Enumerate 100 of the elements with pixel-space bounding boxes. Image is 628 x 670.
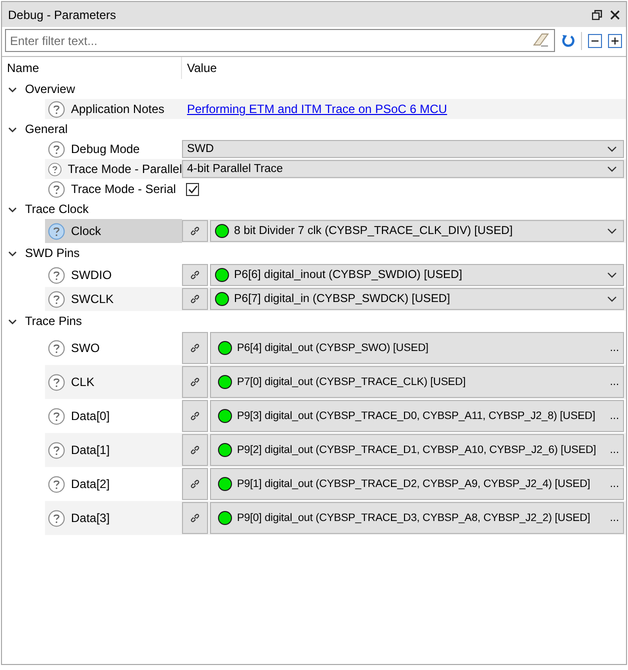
app-note-link[interactable]: Performing ETM and ITM Trace on PSoC 6 MCU — [182, 102, 448, 116]
help-icon[interactable] — [48, 100, 65, 118]
help-icon[interactable] — [48, 180, 65, 198]
checkbox[interactable] — [186, 182, 199, 196]
link-icon — [189, 342, 201, 354]
parameter-name: Clock — [71, 224, 102, 238]
name-cell[interactable]: Data[2] — [45, 467, 182, 501]
dropdown[interactable]: P6[6] digital_inout (CYBSP_SWDIO) [USED] — [210, 264, 624, 286]
link-icon — [189, 376, 201, 388]
chevron-down-icon — [607, 166, 617, 172]
column-header[interactable]: Value — [182, 57, 626, 79]
pin-field[interactable]: P9[1] digital_out (CYBSP_TRACE_D2, CYBSP_A9, CYBSP_J2_4) [USED] ... — [210, 468, 624, 500]
more-button[interactable]: ... — [608, 512, 621, 524]
name-cell[interactable]: SWO — [45, 331, 182, 365]
pin-value: P9[3] digital_out (CYBSP_TRACE_D0, CYBSP_A11, CYBSP_J2_8) [USED] — [237, 410, 596, 422]
chevron-down-icon — [607, 296, 617, 302]
help-icon[interactable] — [48, 222, 65, 240]
chevron-down-icon[interactable] — [8, 84, 17, 94]
more-button[interactable]: ... — [608, 410, 621, 422]
help-icon[interactable] — [48, 476, 65, 492]
pin-field[interactable]: P9[0] digital_out (CYBSP_TRACE_D3, CYBSP_A8, CYBSP_J2_2) [USED] ... — [210, 502, 624, 534]
name-cell[interactable]: SWCLK — [45, 287, 182, 311]
dropdown[interactable]: P6[7] digital_in (CYBSP_SWDCK) [USED] — [210, 288, 624, 310]
help-icon[interactable] — [48, 408, 65, 424]
link-button[interactable] — [182, 332, 208, 364]
group-label[interactable]: Overview — [25, 82, 76, 96]
name-cell[interactable]: Trace Mode - Serial — [45, 179, 182, 199]
link-button[interactable] — [182, 502, 208, 534]
chevron-down-icon[interactable] — [8, 316, 17, 326]
link-button[interactable] — [182, 264, 208, 286]
parameter-name: Debug Mode — [71, 142, 140, 156]
name-cell[interactable]: Data[3] — [45, 501, 182, 535]
collapse-all-icon[interactable] — [588, 34, 602, 48]
pin-field[interactable]: P6[4] digital_out (CYBSP_SWO) [USED] ... — [210, 332, 624, 364]
link-button[interactable] — [182, 366, 208, 398]
pin-value: P6[4] digital_out (CYBSP_SWO) [USED] — [237, 342, 430, 354]
help-icon[interactable] — [48, 266, 65, 284]
parameter-name: Trace Mode - Parallel — [68, 162, 182, 176]
expand-all-icon[interactable] — [608, 34, 622, 48]
link-icon — [189, 478, 201, 490]
name-cell[interactable]: Application Notes — [45, 99, 182, 119]
link-button[interactable] — [182, 400, 208, 432]
more-button[interactable]: ... — [608, 342, 621, 354]
restore-icon[interactable] — [592, 10, 602, 20]
link-button[interactable] — [182, 288, 208, 310]
link-icon — [189, 444, 201, 456]
parameter-name: Data[0] — [71, 409, 110, 423]
help-icon[interactable] — [48, 160, 62, 178]
dropdown[interactable]: 8 bit Divider 7 clk (CYBSP_TRACE_CLK_DIV) [USED] — [210, 220, 624, 242]
parameter-name: Application Notes — [71, 102, 164, 116]
help-icon[interactable] — [48, 510, 65, 526]
more-button[interactable]: ... — [608, 376, 621, 388]
chevron-down-icon[interactable] — [8, 204, 17, 214]
group-label[interactable]: Trace Pins — [25, 314, 82, 328]
pin-field[interactable]: P9[3] digital_out (CYBSP_TRACE_D0, CYBSP_A11, CYBSP_J2_8) [USED] ... — [210, 400, 624, 432]
pin-field[interactable]: P9[2] digital_out (CYBSP_TRACE_D1, CYBSP_A10, CYBSP_J2_6) [USED] ... — [210, 434, 624, 466]
link-button[interactable] — [182, 434, 208, 466]
help-icon[interactable] — [48, 442, 65, 458]
group-label[interactable]: General — [25, 122, 68, 136]
parameter-name: SWDIO — [71, 268, 112, 282]
eraser-icon[interactable] — [533, 33, 549, 47]
window-title: Debug - Parameters — [8, 8, 118, 22]
help-icon[interactable] — [48, 374, 65, 390]
name-cell[interactable]: Data[1] — [45, 433, 182, 467]
chevron-down-icon — [607, 228, 617, 234]
link-icon — [189, 293, 201, 305]
more-button[interactable]: ... — [608, 444, 621, 456]
dropdown[interactable]: SWD — [182, 140, 624, 158]
chevron-down-icon — [607, 272, 617, 278]
parameter-name: CLK — [71, 375, 94, 389]
name-cell[interactable]: Data[0] — [45, 399, 182, 433]
filter-field[interactable]: Enter filter text... — [5, 29, 555, 52]
help-icon[interactable] — [48, 140, 65, 158]
link-icon — [189, 410, 201, 422]
group-label[interactable]: Trace Clock — [25, 202, 89, 216]
link-button[interactable] — [182, 468, 208, 500]
close-icon[interactable] — [610, 10, 620, 20]
chevron-down-icon — [607, 146, 617, 152]
parameter-name: Data[3] — [71, 511, 110, 525]
refresh-icon[interactable] — [561, 34, 575, 48]
chevron-down-icon[interactable] — [8, 124, 17, 134]
name-cell[interactable]: SWDIO — [45, 263, 182, 287]
help-icon[interactable] — [48, 290, 65, 308]
name-cell[interactable]: Clock — [45, 219, 182, 243]
chevron-down-icon[interactable] — [8, 248, 17, 258]
parameter-name: SWO — [71, 341, 100, 355]
more-button[interactable]: ... — [608, 478, 621, 490]
name-cell[interactable]: Debug Mode — [45, 139, 182, 159]
dropdown[interactable]: 4-bit Parallel Trace — [182, 160, 624, 178]
column-header[interactable]: Name — [2, 57, 182, 79]
pin-field[interactable]: P7[0] digital_out (CYBSP_TRACE_CLK) [USED] ... — [210, 366, 624, 398]
help-icon[interactable] — [48, 340, 65, 356]
link-button[interactable] — [182, 220, 208, 242]
group-label[interactable]: SWD Pins — [25, 246, 80, 260]
parameter-name: Data[1] — [71, 443, 110, 457]
name-cell[interactable]: Trace Mode - Parallel — [45, 159, 182, 179]
name-cell[interactable]: CLK — [45, 365, 182, 399]
pin-value: P7[0] digital_out (CYBSP_TRACE_CLK) [USED] — [237, 376, 467, 388]
pin-value: P9[0] digital_out (CYBSP_TRACE_D3, CYBSP_A8, CYBSP_J2_2) [USED] — [237, 512, 592, 524]
parameter-name: Data[2] — [71, 477, 110, 491]
